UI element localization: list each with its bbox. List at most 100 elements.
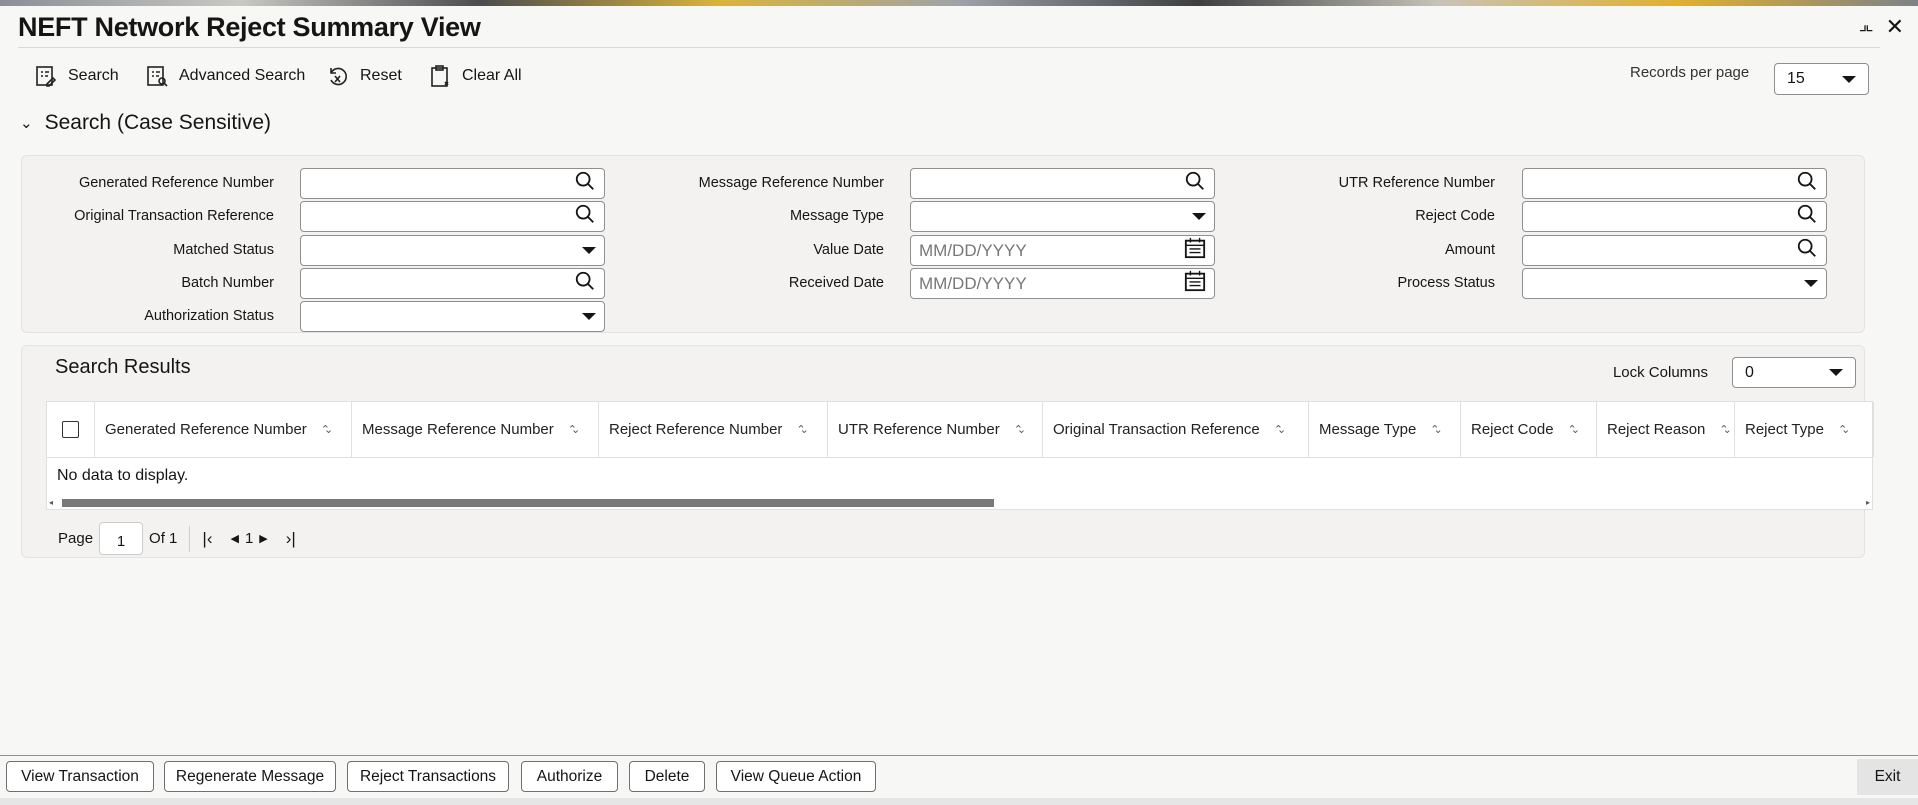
footer-divider <box>0 755 1918 756</box>
generated-reference-number-input[interactable] <box>300 168 605 199</box>
column-header-original-transaction-reference[interactable]: Original Transaction Reference ⌃⌄ <box>1043 402 1309 457</box>
authorization-status-select[interactable] <box>300 301 605 332</box>
select-all-checkbox[interactable] <box>62 421 79 438</box>
column-header-label: Reject Type <box>1745 421 1824 438</box>
search-icon[interactable] <box>574 170 596 197</box>
close-icon[interactable]: ✕ <box>1886 14 1904 40</box>
original-transaction-reference-label: Original Transaction Reference <box>74 208 274 224</box>
select-all-cell <box>47 402 95 457</box>
process-status-label: Process Status <box>1397 275 1495 291</box>
column-header-label: Generated Reference Number <box>105 421 307 438</box>
horizontal-scrollbar[interactable]: ◂ ▸ <box>47 498 1872 508</box>
search-icon[interactable] <box>1796 237 1818 264</box>
previous-page-icon[interactable]: ◀ <box>230 532 238 545</box>
advanced-search-button[interactable]: Advanced Search <box>145 64 305 88</box>
chevron-down-icon[interactable] <box>1192 213 1206 220</box>
delete-button[interactable]: Delete <box>629 761 705 792</box>
column-header-label: Reject Code <box>1471 421 1554 438</box>
calendar-icon[interactable] <box>1184 270 1206 297</box>
message-reference-number-input[interactable] <box>910 168 1215 199</box>
authorize-button[interactable]: Authorize <box>521 761 618 792</box>
records-per-page-select[interactable]: 15 <box>1774 63 1869 95</box>
value-date-value: MM/DD/YYYY <box>919 240 1027 260</box>
lock-columns-label: Lock Columns <box>1612 364 1708 381</box>
sort-icon[interactable]: ⌃⌄ <box>1430 423 1443 436</box>
reset-button[interactable]: Reset <box>326 64 402 88</box>
process-status-select[interactable] <box>1522 268 1827 299</box>
column-header-utr-reference-number[interactable]: UTR Reference Number ⌃⌄ <box>828 402 1043 457</box>
message-type-select[interactable] <box>910 201 1215 232</box>
sort-icon[interactable]: ⌃⌄ <box>1274 423 1287 436</box>
column-header-message-reference-number[interactable]: Message Reference Number ⌃⌄ <box>352 402 599 457</box>
search-icon[interactable] <box>1796 203 1818 230</box>
view-queue-action-button[interactable]: View Queue Action <box>716 761 876 792</box>
last-page-icon[interactable]: ›| <box>286 529 296 549</box>
column-header-label: Original Transaction Reference <box>1053 421 1260 438</box>
search-icon[interactable] <box>574 203 596 230</box>
sort-icon[interactable]: ⌃⌄ <box>568 423 581 436</box>
advanced-search-label: Advanced Search <box>179 67 306 84</box>
column-header-reject-code[interactable]: Reject Code ⌃⌄ <box>1461 402 1597 457</box>
records-per-page-label: Records per page <box>1630 64 1750 81</box>
column-header-reject-type[interactable]: Reject Type ⌃⌄ <box>1735 402 1874 457</box>
sort-icon[interactable]: ⌃⌄ <box>1719 423 1732 436</box>
column-header-generated-reference-number[interactable]: Generated Reference Number ⌃⌄ <box>95 402 352 457</box>
search-section-toggle[interactable]: ⌄ Search (Case Sensitive) <box>20 111 271 135</box>
column-header-reject-reference-number[interactable]: Reject Reference Number ⌃⌄ <box>599 402 828 457</box>
clear-all-button[interactable]: Clear All <box>428 64 522 88</box>
scrollbar-thumb[interactable] <box>62 499 994 507</box>
lock-columns-select[interactable]: 0 <box>1732 357 1856 388</box>
chevron-down-icon: ⌄ <box>20 115 33 132</box>
matched-status-select[interactable] <box>300 235 605 266</box>
page-label: Page <box>58 530 94 547</box>
column-header-reject-reason[interactable]: Reject Reason ⌃⌄ <box>1597 402 1735 457</box>
page-input[interactable]: 1 <box>99 522 144 555</box>
batch-number-input[interactable] <box>300 268 605 299</box>
advanced-search-icon <box>147 66 168 87</box>
results-table: Generated Reference Number ⌃⌄ Message Refe… <box>46 401 1874 510</box>
search-icon[interactable] <box>574 270 596 297</box>
message-type-label: Message Type <box>789 208 884 224</box>
sort-icon[interactable]: ⌃⌄ <box>321 423 334 436</box>
first-page-icon[interactable]: |‹ <box>202 529 212 549</box>
received-date-input[interactable]: MM/DD/YYYY <box>910 268 1215 299</box>
chevron-down-icon <box>1842 75 1856 83</box>
received-date-value: MM/DD/YYYY <box>919 273 1027 293</box>
pagination: Page 1 Of 1 |‹ ◀ 1 ▶ ›| <box>58 522 296 555</box>
search-form-icon <box>36 66 57 87</box>
amount-input[interactable] <box>1522 235 1827 266</box>
sort-icon[interactable]: ⌃⌄ <box>1568 423 1581 436</box>
value-date-input[interactable]: MM/DD/YYYY <box>910 235 1215 266</box>
view-transaction-button[interactable]: View Transaction <box>6 761 154 792</box>
column-header-label: UTR Reference Number <box>838 421 1000 438</box>
reset-icon <box>330 67 347 86</box>
reject-code-input[interactable] <box>1522 201 1827 232</box>
chevron-down-icon[interactable] <box>582 313 596 320</box>
reject-transactions-button[interactable]: Reject Transactions <box>347 761 509 792</box>
column-header-message-type[interactable]: Message Type ⌃⌄ <box>1309 402 1461 457</box>
exit-button[interactable]: Exit <box>1857 759 1918 795</box>
search-icon[interactable] <box>1184 170 1206 197</box>
chevron-down-icon[interactable] <box>1804 280 1818 287</box>
minimize-icon[interactable]: ⌟⌞ <box>1859 14 1874 40</box>
current-page: 1 <box>244 530 254 547</box>
sort-icon[interactable]: ⌃⌄ <box>1838 423 1851 436</box>
search-button[interactable]: Search <box>34 64 119 88</box>
clipboard-clear-icon <box>431 65 449 87</box>
calendar-icon[interactable] <box>1184 237 1206 264</box>
search-label: Search <box>68 67 119 84</box>
utr-reference-number-input[interactable] <box>1522 168 1827 199</box>
regenerate-message-button[interactable]: Regenerate Message <box>164 761 336 792</box>
next-page-icon[interactable]: ▶ <box>259 532 267 545</box>
column-header-label: Message Reference Number <box>362 421 554 438</box>
records-per-page-value: 15 <box>1787 70 1805 87</box>
reset-label: Reset <box>360 67 402 84</box>
sort-icon[interactable]: ⌃⌄ <box>796 423 809 436</box>
search-icon[interactable] <box>1796 170 1818 197</box>
generated-reference-number-label: Generated Reference Number <box>78 175 274 191</box>
chevron-down-icon[interactable] <box>582 247 596 254</box>
original-transaction-reference-input[interactable] <box>300 201 605 232</box>
lock-columns-value: 0 <box>1745 363 1754 381</box>
search-section-title: Search (Case Sensitive) <box>44 111 272 134</box>
sort-icon[interactable]: ⌃⌄ <box>1014 423 1027 436</box>
